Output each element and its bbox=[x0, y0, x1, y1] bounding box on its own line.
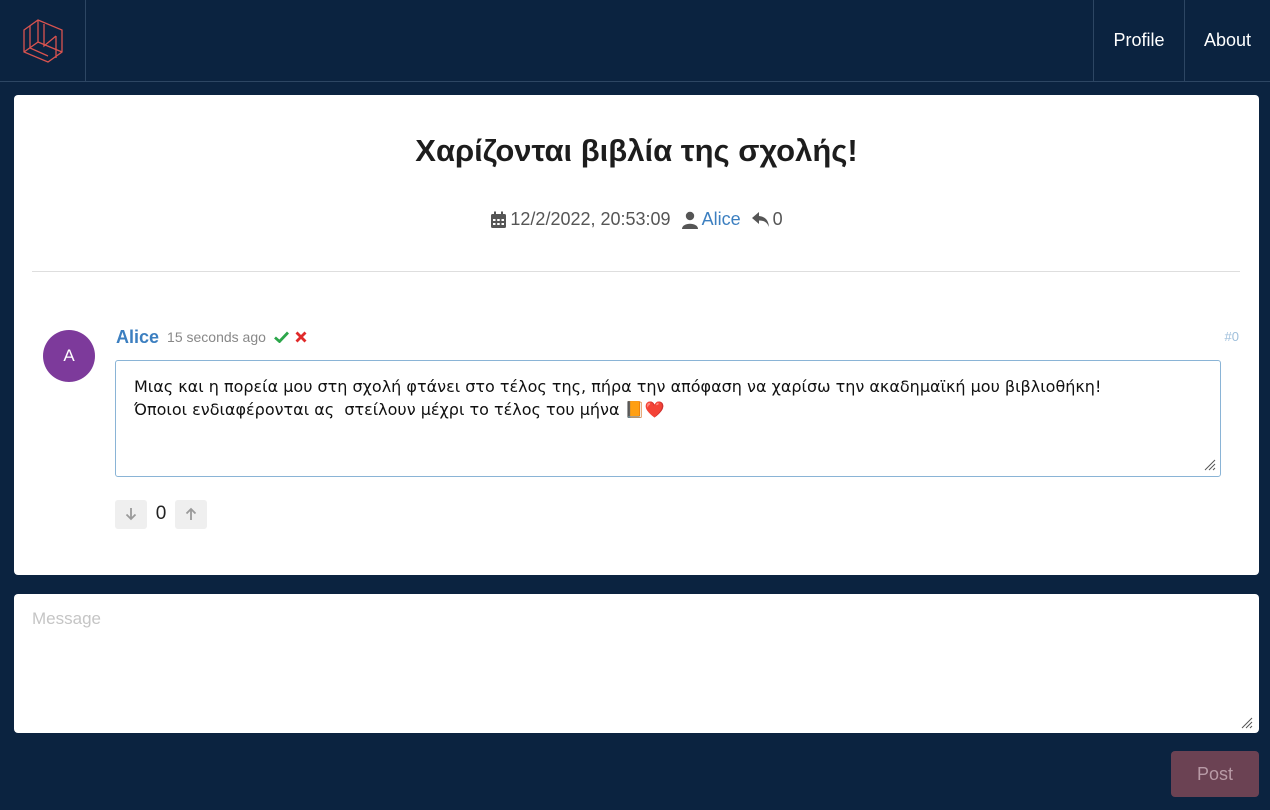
resize-grip-icon[interactable] bbox=[1202, 457, 1216, 471]
message-input[interactable]: Message bbox=[14, 594, 1259, 733]
logo-icon bbox=[22, 18, 63, 63]
vote-controls: 0 bbox=[115, 499, 207, 529]
avatar: A bbox=[43, 330, 95, 382]
vote-count: 0 bbox=[155, 503, 167, 524]
message-placeholder: Message bbox=[32, 609, 101, 628]
divider bbox=[32, 271, 1240, 272]
comment-header: Alice 15 seconds ago bbox=[116, 326, 313, 348]
resize-grip-icon[interactable] bbox=[1239, 715, 1253, 729]
user-icon bbox=[681, 211, 699, 229]
arrow-up-icon bbox=[185, 507, 197, 520]
calendar-icon bbox=[490, 211, 507, 229]
upvote-button[interactable] bbox=[175, 499, 207, 529]
post-title: Χαρίζονται βιβλία της σχολής! bbox=[415, 133, 858, 168]
post-card: Χαρίζονται βιβλία της σχολής! 12/2/2022,… bbox=[14, 95, 1259, 575]
post-date: 12/2/2022, 20:53:09 bbox=[510, 209, 671, 229]
comment-author-link[interactable]: Alice bbox=[116, 327, 159, 348]
reply-count: 0 bbox=[772, 209, 783, 229]
post-author-link[interactable]: Alice bbox=[702, 209, 741, 230]
comment-timestamp: 15 seconds ago bbox=[167, 329, 266, 345]
comment-number[interactable]: #0 bbox=[1225, 329, 1239, 344]
logo[interactable] bbox=[0, 0, 86, 81]
comment-textarea[interactable]: Μιας και η πορεία μου στη σχολή φτάνει σ… bbox=[115, 360, 1221, 477]
arrow-down-icon bbox=[125, 508, 137, 521]
downvote-button[interactable] bbox=[115, 499, 147, 529]
nav-about[interactable]: About bbox=[1184, 0, 1270, 81]
navbar: Profile About bbox=[0, 0, 1270, 82]
post-button[interactable]: Post bbox=[1171, 751, 1259, 797]
nav-profile[interactable]: Profile bbox=[1093, 0, 1184, 81]
close-icon[interactable] bbox=[295, 331, 307, 343]
check-icon[interactable] bbox=[273, 331, 289, 343]
reply-icon bbox=[751, 211, 770, 228]
post-meta: 12/2/2022, 20:53:09 Alice 0 bbox=[14, 209, 1259, 230]
